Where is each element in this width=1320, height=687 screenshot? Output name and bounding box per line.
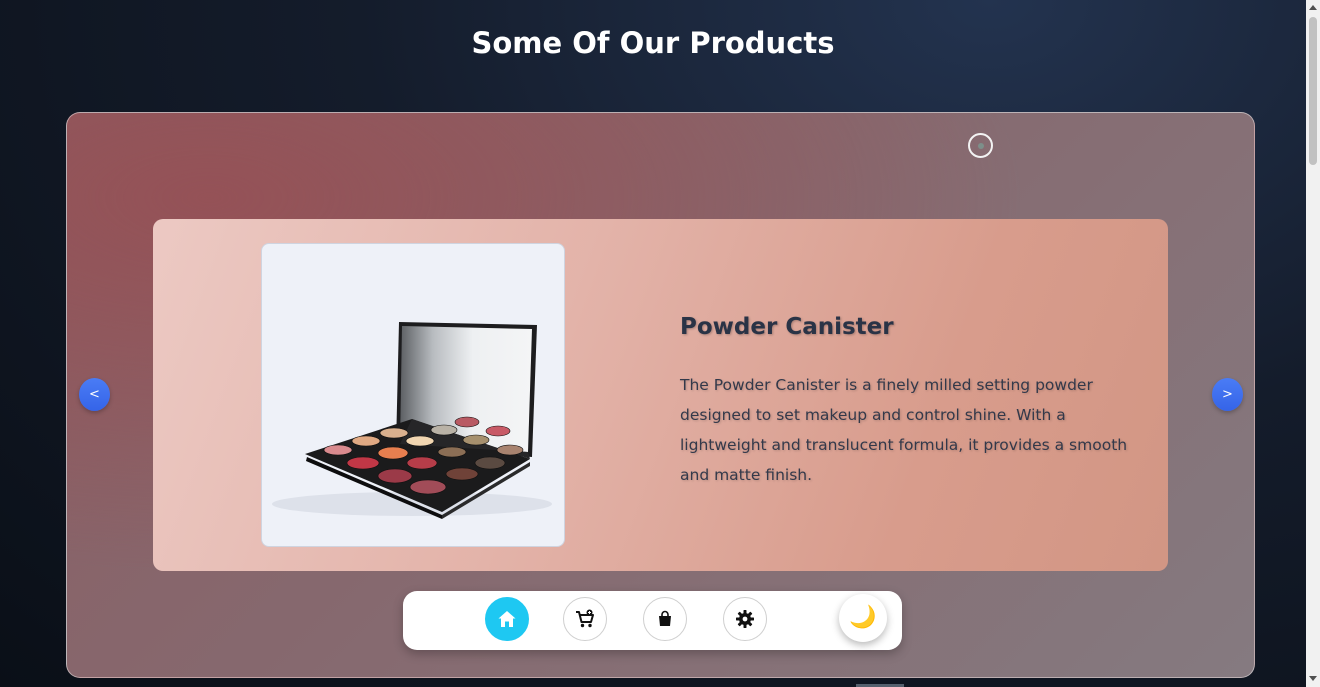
bottom-navigation-bar: 🌙 — [403, 591, 902, 650]
product-description: The Powder Canister is a finely milled s… — [680, 376, 1128, 484]
shopping-bag-icon — [659, 610, 671, 626]
carousel-indicator[interactable] — [968, 133, 993, 158]
home-icon — [498, 611, 516, 627]
theme-toggle-button[interactable]: 🌙 — [839, 594, 887, 642]
cart-button[interactable] — [563, 597, 607, 641]
settings-button[interactable] — [723, 597, 767, 641]
page-title: Some Of Our Products — [471, 26, 835, 60]
bag-button[interactable] — [643, 597, 687, 641]
scroll-down-arrow-icon[interactable] — [1309, 676, 1317, 681]
home-button[interactable] — [485, 597, 529, 641]
product-image — [261, 243, 565, 547]
eyeshadow-palette-illustration — [272, 322, 552, 519]
moon-icon: 🌙 — [849, 605, 877, 630]
cart-add-icon — [576, 609, 594, 628]
page-scrollbar[interactable] — [1306, 0, 1320, 687]
scrollbar-thumb[interactable] — [1309, 17, 1317, 165]
product-title: Powder Canister — [680, 314, 894, 340]
carousel-next-button[interactable]: > — [1212, 378, 1243, 411]
product-slide: Powder Canister The Powder Canister is a… — [153, 219, 1168, 571]
scroll-up-arrow-icon[interactable] — [1309, 5, 1317, 10]
indicator-dot — [978, 143, 984, 149]
gear-icon — [736, 610, 754, 628]
carousel-prev-button[interactable]: < — [79, 378, 110, 411]
